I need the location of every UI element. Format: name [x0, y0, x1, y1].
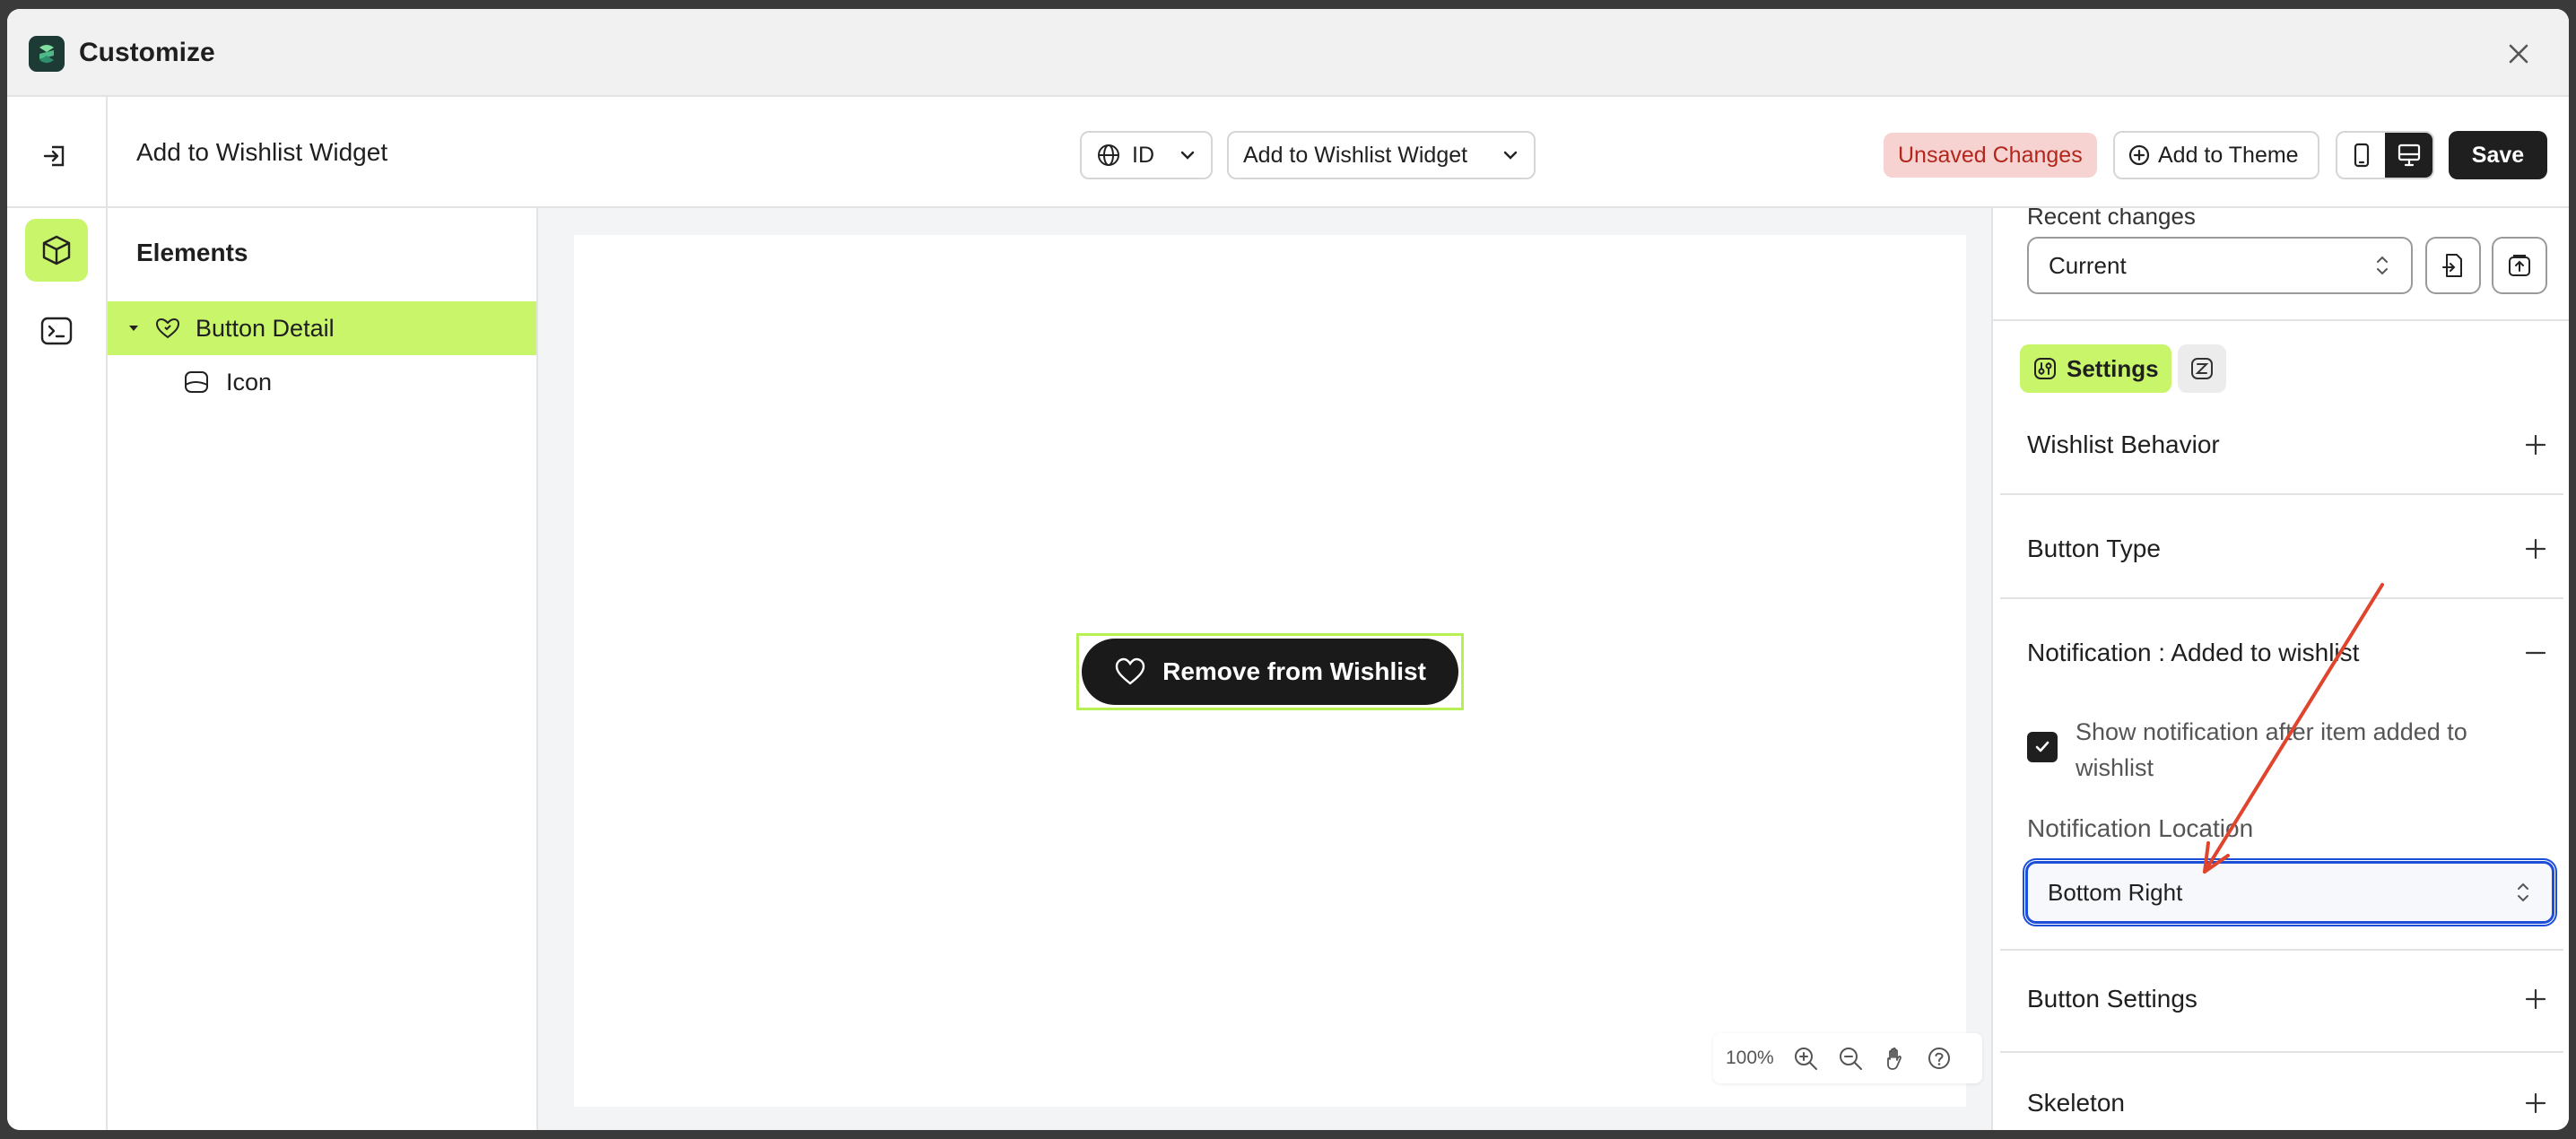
recent-changes-value: Current [2049, 251, 2127, 279]
app-logo-icon [29, 36, 65, 72]
tree-item-label: Button Detail [196, 314, 335, 342]
save-button[interactable]: Save [2449, 131, 2547, 179]
widget-select[interactable]: Add to Wishlist Widget [1227, 131, 1536, 179]
tab-settings-label: Settings [2067, 354, 2159, 382]
mobile-icon [2354, 143, 2369, 168]
zoom-toolbar: 100% [1713, 1033, 1982, 1083]
close-icon[interactable] [2499, 34, 2538, 74]
hearts-icon [155, 317, 180, 339]
app-title: Customize [79, 38, 215, 67]
tab-advanced[interactable] [2178, 344, 2226, 393]
help-icon[interactable] [1927, 1046, 1952, 1071]
section-skeleton[interactable]: Skeleton [2027, 1085, 2547, 1121]
upload-box-icon [2509, 255, 2530, 276]
language-select-value: ID [1132, 142, 1154, 168]
chevron-up-down-icon [2518, 883, 2528, 902]
left-rail [7, 97, 108, 1130]
notification-location-select[interactable]: Bottom Right [2023, 858, 2557, 926]
show-notification-label: Show notification after item added to wi… [2076, 718, 2467, 781]
chevron-up-down-icon [2377, 256, 2388, 275]
language-select[interactable]: ID [1080, 131, 1213, 179]
settings-panel: Recent changes Current Settings Wishlist… [1991, 208, 2569, 1130]
plus-icon [2525, 434, 2546, 456]
mobile-view-button[interactable] [2337, 133, 2385, 178]
section-title: Button Type [2027, 535, 2161, 562]
section-divider [2000, 1051, 2563, 1053]
section-button-type[interactable]: Button Type [2027, 531, 2547, 567]
section-divider [2000, 597, 2563, 599]
hand-icon[interactable] [1882, 1045, 1909, 1072]
zoom-in-icon[interactable] [1792, 1045, 1819, 1072]
remove-from-wishlist-button[interactable]: Remove from Wishlist [1082, 639, 1458, 705]
section-button-settings[interactable]: Button Settings [2027, 981, 2547, 1017]
panel-divider [1993, 319, 2569, 321]
import-button[interactable] [2425, 237, 2481, 294]
terminal-icon [40, 317, 73, 345]
zoom-level: 100% [1726, 1048, 1774, 1068]
globe-icon [1098, 144, 1119, 166]
image-icon [185, 371, 208, 393]
add-to-theme-label: Add to Theme [2158, 142, 2299, 168]
chevron-down-icon [1180, 151, 1195, 160]
heart-icon [1115, 657, 1145, 685]
section-title: Wishlist Behavior [2027, 430, 2220, 458]
transform-icon [2191, 358, 2213, 379]
section-title: Notification : Added to wishlist [2027, 639, 2360, 666]
tab-settings[interactable]: Settings [2020, 344, 2171, 393]
tree-item-label: Icon [226, 368, 273, 396]
canvas-area: Remove from Wishlist 100% [538, 208, 1991, 1130]
add-to-theme-button[interactable]: Add to Theme [2113, 131, 2319, 179]
section-title: Skeleton [2027, 1089, 2125, 1117]
widget-select-value: Add to Wishlist Widget [1243, 142, 1468, 168]
exit-icon[interactable] [34, 135, 77, 178]
unsaved-changes-badge: Unsaved Changes [1884, 133, 2097, 178]
preview-canvas: Remove from Wishlist 100% [574, 235, 1982, 1107]
notification-location-value: Bottom Right [2048, 878, 2183, 906]
section-divider [2000, 949, 2563, 951]
section-wishlist-behavior[interactable]: Wishlist Behavior [2027, 427, 2547, 463]
file-import-icon [2442, 254, 2462, 277]
plus-icon [2525, 1092, 2546, 1114]
zoom-out-icon[interactable] [1837, 1045, 1864, 1072]
desktop-icon [2398, 143, 2420, 167]
wishlist-button-label: Remove from Wishlist [1162, 657, 1426, 685]
sliders-icon [2034, 358, 2056, 379]
notification-location-label: Notification Location [2027, 814, 2254, 842]
recent-changes-select[interactable]: Current [2027, 237, 2413, 294]
plus-circle-icon [2128, 144, 2150, 166]
section-notification-added[interactable]: Notification : Added to wishlist [2027, 635, 2547, 671]
section-title: Button Settings [2027, 985, 2197, 1013]
plus-icon [2525, 988, 2546, 1010]
tree-item-button-detail[interactable]: Button Detail [108, 301, 536, 355]
show-notification-checkbox[interactable] [2027, 732, 2058, 762]
recent-changes-label: Recent changes [2027, 208, 2196, 230]
caret-down-icon [129, 326, 138, 331]
title-bar: Customize [7, 9, 2569, 97]
elements-panel: Elements Button Detail Icon [108, 208, 538, 1130]
plus-icon [2525, 538, 2546, 560]
code-panel-button[interactable] [25, 300, 88, 362]
selected-element-outline: Remove from Wishlist [1076, 633, 1464, 710]
editor-header: Add to Wishlist Widget ID Add to Wishlis… [108, 97, 2569, 208]
export-button[interactable] [2492, 237, 2547, 294]
customize-window: Customize Add to Wishlist Widget ID Add … [7, 9, 2569, 1130]
check-icon [2035, 741, 2049, 752]
elements-title: Elements [136, 239, 248, 266]
section-divider [2000, 493, 2563, 495]
elements-panel-button[interactable] [25, 219, 88, 282]
tree-item-icon[interactable]: Icon [108, 357, 536, 407]
desktop-view-button[interactable] [2385, 133, 2432, 178]
minus-icon [2525, 651, 2546, 655]
rail-divider [7, 206, 108, 208]
chevron-down-icon [1503, 151, 1518, 160]
page-title: Add to Wishlist Widget [136, 138, 388, 166]
cube-icon [42, 235, 71, 265]
device-toggle [2336, 131, 2434, 179]
